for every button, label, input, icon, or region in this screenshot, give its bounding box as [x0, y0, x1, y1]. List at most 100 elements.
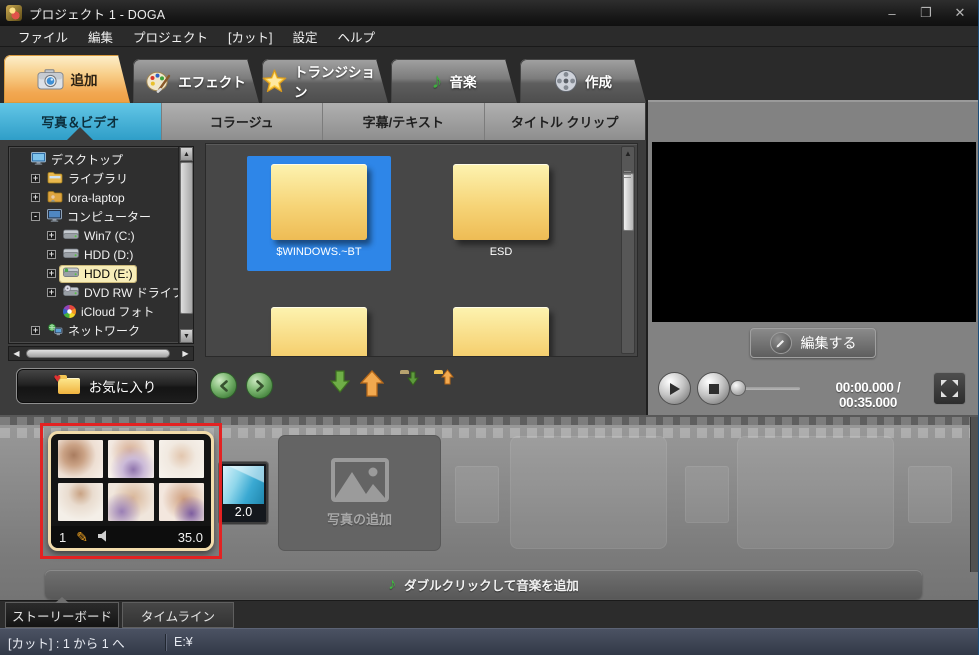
browser-toolbar: ♥ お気に入り — [0, 360, 645, 415]
scroll-down-icon[interactable]: ▼ — [180, 329, 193, 343]
maximize-icon[interactable]: ❐ — [917, 5, 935, 21]
transition-tile[interactable]: 2.0 — [219, 462, 268, 524]
status-path: E:¥ — [174, 635, 193, 649]
menu-item-file[interactable]: ファイル — [8, 27, 78, 46]
tree-item-network[interactable]: + ネットワーク — [11, 321, 177, 340]
status-bar: [カット] : 1 から 1 へ E:¥ — [0, 628, 979, 655]
tab-transitions[interactable]: トランジション — [262, 59, 388, 103]
tab-storyboard-label: ストーリーボード — [12, 606, 112, 625]
film-reel-icon — [554, 69, 578, 93]
tree-hscroll-thumb[interactable] — [26, 349, 170, 358]
tree-item-win7-c[interactable]: + Win7 (C:) — [11, 226, 177, 245]
nav-forward-button[interactable] — [246, 372, 273, 399]
tree-item-label: Win7 (C:) — [84, 229, 135, 243]
tab-collage[interactable]: コラージュ — [162, 103, 324, 140]
status-cut-info: [カット] : 1 から 1 へ — [0, 633, 165, 652]
main-tab-bar: 追加 エフェクト — [0, 47, 979, 103]
source-sub-tabs: 写真＆ビデオ コラージュ 字幕/テキスト タイトル クリップ — [0, 103, 645, 140]
tab-music[interactable]: ♪ 音楽 — [391, 59, 517, 103]
music-track-bar[interactable]: ♪ ダブルクリックして音楽を追加 — [45, 570, 922, 599]
view-tab-bar: ストーリーボード タイムライン — [0, 600, 979, 628]
menu-item-settings[interactable]: 設定 — [283, 27, 328, 46]
tab-effects[interactable]: エフェクト — [133, 59, 259, 103]
favorites-folder-icon: ♥ — [58, 378, 80, 394]
transition-icon — [223, 466, 264, 504]
tab-subtitles[interactable]: 字幕/テキスト — [323, 103, 485, 140]
tree-item-user[interactable]: + lora-laptop — [11, 188, 177, 207]
tab-add[interactable]: 追加 — [4, 55, 130, 103]
window-title: プロジェクト 1 - DOGA — [29, 4, 165, 23]
add-photo-slot[interactable]: 写真の追加 — [278, 435, 441, 551]
computer-icon — [47, 209, 62, 225]
browser-vscroll-thumb[interactable] — [623, 173, 634, 231]
tree-item-icloud-photos[interactable]: iCloud フォト — [11, 302, 177, 321]
folder-item[interactable] — [247, 299, 391, 357]
expander-icon[interactable]: + — [47, 288, 56, 297]
tree-item-hdd-d[interactable]: + HDD (D:) — [11, 245, 177, 264]
folder-item[interactable]: $WINDOWS.~BT — [247, 156, 391, 271]
heart-icon: ♥ — [54, 371, 61, 385]
tree-item-libraries[interactable]: + ライブラリ — [11, 169, 177, 188]
move-down-button[interactable] — [330, 370, 350, 394]
move-up-button[interactable] — [360, 370, 384, 397]
pencil-icon — [770, 332, 792, 354]
folder-item[interactable] — [429, 299, 573, 357]
tab-title-clip[interactable]: タイトル クリップ — [485, 103, 646, 140]
scroll-up-icon[interactable]: ▲ — [622, 149, 634, 158]
seek-handle[interactable] — [730, 380, 746, 396]
folder-tree: デスクトップ + ライブラリ + lora-laptop - コンピューター — [8, 146, 194, 344]
tree-item-desktop[interactable]: デスクトップ — [11, 150, 177, 169]
file-browser: $WINDOWS.~BT ESD ▲ — [205, 143, 638, 357]
expander-icon[interactable]: + — [47, 250, 56, 259]
scroll-left-icon[interactable]: ◀ — [10, 348, 23, 359]
nav-back-button[interactable] — [210, 372, 237, 399]
menu-item-edit[interactable]: 編集 — [78, 27, 123, 46]
expander-icon[interactable]: + — [31, 326, 40, 335]
tree-item-label: ネットワーク — [68, 322, 140, 339]
tree-item-label: iCloud フォト — [81, 303, 154, 320]
storyboard-right-edge — [970, 417, 979, 572]
tree-item-computer[interactable]: - コンピューター — [11, 207, 177, 226]
expander-icon[interactable]: + — [47, 269, 56, 278]
expander-icon[interactable]: + — [31, 174, 40, 183]
tab-timeline-view[interactable]: タイムライン — [122, 602, 234, 628]
scroll-right-icon[interactable]: ▶ — [179, 348, 192, 359]
tab-title-clip-label: タイトル クリップ — [511, 112, 619, 131]
menu-item-cut[interactable]: [カット] — [218, 27, 282, 46]
tree-item-dvd-drive[interactable]: + DVD RW ドライブ — [11, 283, 177, 302]
tab-photos-video[interactable]: 写真＆ビデオ — [0, 103, 162, 140]
tab-storyboard-view[interactable]: ストーリーボード — [5, 602, 119, 628]
preview-panel: 編集する 00:00.000 / 00:35.000 — [646, 100, 979, 415]
browser-panel: デスクトップ + ライブラリ + lora-laptop - コンピューター — [0, 140, 645, 415]
minimize-icon[interactable]: – — [883, 6, 901, 21]
tab-music-label: 音楽 — [450, 71, 477, 91]
user-folder-icon — [47, 190, 63, 206]
menu-item-project[interactable]: プロジェクト — [123, 27, 218, 46]
folder-item[interactable]: ESD — [429, 156, 573, 271]
favorites-button[interactable]: ♥ お気に入り — [16, 368, 198, 404]
menu-item-help[interactable]: ヘルプ — [328, 27, 386, 46]
browser-vertical-scrollbar[interactable]: ▲ — [621, 146, 635, 354]
folder-icon — [271, 164, 367, 240]
tree-item-hdd-e[interactable]: + HDD (E:) — [11, 264, 177, 283]
tree-vscroll-thumb[interactable] — [180, 162, 193, 314]
expander-icon[interactable]: + — [31, 193, 40, 202]
tab-transitions-label: トランジション — [294, 61, 388, 101]
tree-horizontal-scrollbar[interactable]: ◀ ▶ — [8, 346, 194, 361]
menu-bar: ファイル 編集 プロジェクト [カット] 設定 ヘルプ — [0, 26, 979, 47]
edit-button[interactable]: 編集する — [750, 328, 876, 358]
expander-icon[interactable]: + — [47, 231, 56, 240]
favorites-label: お気に入り — [89, 376, 157, 396]
fullscreen-button[interactable] — [933, 372, 966, 405]
expander-icon[interactable]: - — [31, 212, 40, 221]
close-icon[interactable]: ✕ — [951, 5, 969, 21]
tree-vertical-scrollbar[interactable]: ▲ ▼ — [178, 147, 193, 343]
play-button[interactable] — [658, 372, 691, 405]
tab-create[interactable]: 作成 — [520, 59, 646, 103]
stop-button[interactable] — [697, 372, 730, 405]
scroll-up-icon[interactable]: ▲ — [180, 147, 193, 161]
palette-icon — [146, 70, 171, 93]
tab-add-label: 追加 — [71, 69, 98, 89]
seek-bar[interactable] — [744, 387, 800, 390]
status-divider — [165, 634, 166, 651]
